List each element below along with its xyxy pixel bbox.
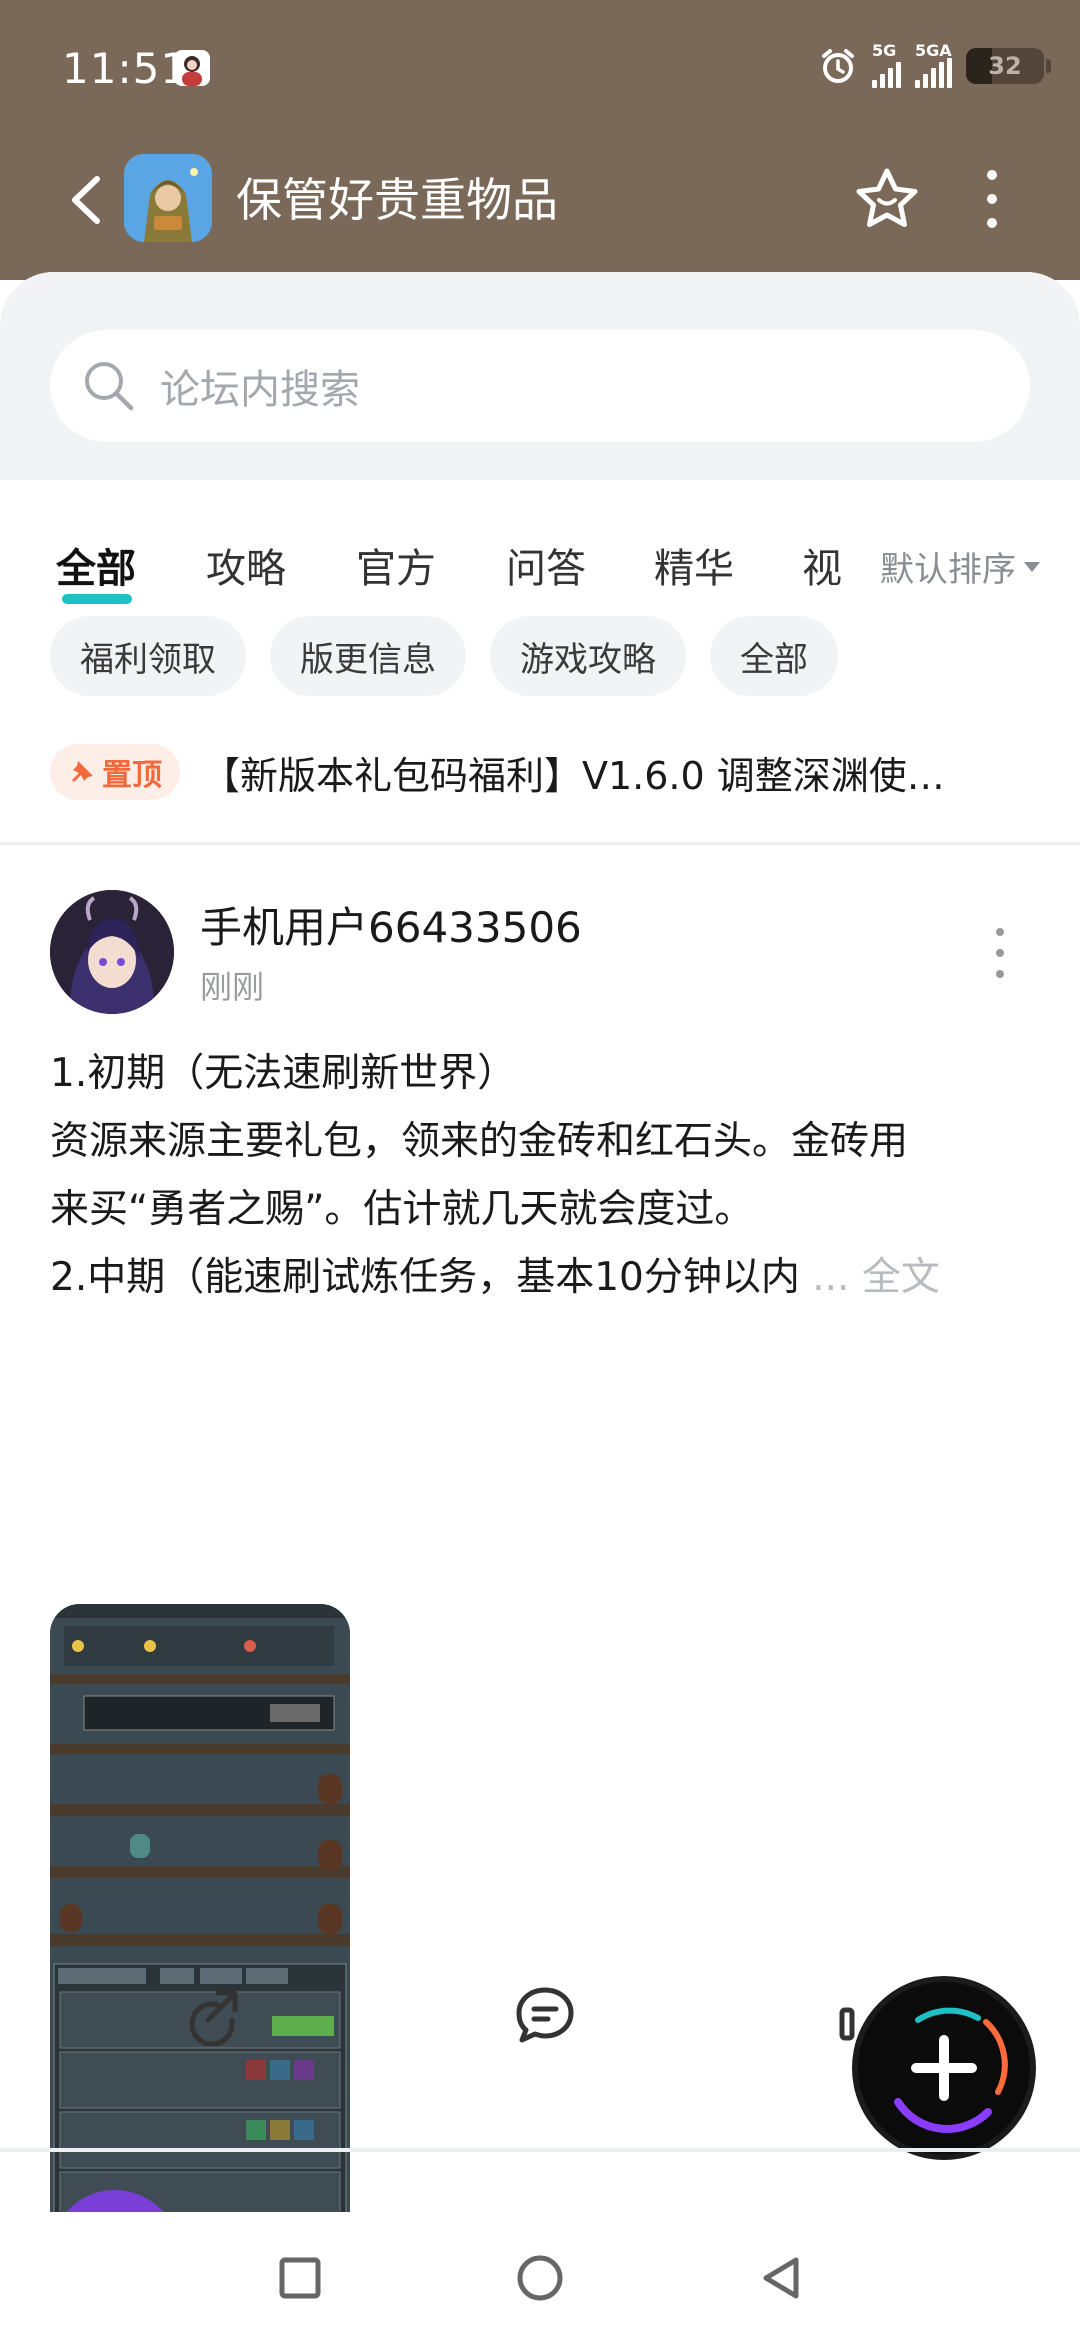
sort-dropdown[interactable]: 默认排序 — [856, 542, 1040, 591]
battery-icon: 32 — [966, 48, 1051, 84]
share-icon — [189, 1990, 238, 2046]
tab-official[interactable]: 官方 — [356, 536, 436, 594]
pinned-post[interactable]: 置顶 【新版本礼包码福利】V1.6.0 调整深渊使… — [50, 742, 1030, 802]
game-icon — [124, 154, 212, 242]
post-content[interactable]: 1.初期（无法速刷新世界） 资源来源主要礼包，领来的金砖和红石头。金砖用 来买“… — [50, 1040, 1030, 1312]
pinned-badge: 置顶 — [50, 744, 180, 800]
divider — [0, 2148, 1080, 2152]
status-bar: 11:51 5G 5GA 32 — [0, 0, 1080, 140]
tab-qa[interactable]: 问答 — [506, 536, 586, 594]
post-username[interactable]: 手机用户66433506 — [200, 894, 582, 955]
read-more-link[interactable]: 全文 — [862, 1255, 940, 1300]
notification-avatar-icon — [174, 50, 210, 86]
follow-button[interactable] — [850, 162, 924, 236]
tab-video[interactable]: 视 — [802, 536, 842, 594]
back-nav-button[interactable] — [750, 2248, 810, 2308]
status-time: 11:51 — [62, 44, 189, 93]
category-tabs: 全部 攻略 官方 问答 精华 视 默认排序 — [0, 498, 1080, 618]
search-section: 论坛内搜索 — [0, 272, 1080, 480]
chip-game-guides[interactable]: 游戏攻略 — [490, 616, 686, 696]
more-options-button[interactable] — [972, 162, 1012, 236]
chip-welfare[interactable]: 福利领取 — [50, 616, 246, 696]
plus-icon — [894, 2007, 1008, 2133]
post-card[interactable]: 手机用户66433506 刚刚 1.初期（无法速刷新世界） 资源来源主要礼包，领… — [0, 846, 1080, 2256]
system-nav-bar — [0, 2212, 1080, 2345]
ellipsis: ... — [812, 1255, 850, 1300]
back-button[interactable] — [56, 170, 116, 230]
divider — [0, 842, 1080, 845]
back-arrow-icon — [72, 176, 100, 224]
post-line: 资源来源主要礼包，领来的金砖和红石头。金砖用 — [50, 1119, 909, 1164]
tab-featured[interactable]: 精华 — [654, 536, 734, 594]
post-line: 1.初期（无法速刷新世界） — [50, 1051, 517, 1096]
alarm-icon — [822, 49, 854, 83]
chip-all[interactable]: 全部 — [710, 616, 838, 696]
signal-icon — [872, 58, 901, 88]
network-label-2: 5GA — [915, 41, 952, 60]
post-image[interactable] — [50, 1604, 350, 2256]
post-more-button[interactable] — [990, 928, 1010, 978]
network-label: 5G — [872, 41, 897, 60]
post-line-last: 2.中期（能速刷试炼任务，基本10分钟以内 ... 全文 — [50, 1255, 940, 1300]
comment-icon — [516, 1987, 574, 2043]
pinned-title: 【新版本礼包码福利】V1.6.0 调整深渊使… — [202, 753, 945, 798]
forum-title: 保管好贵重物品 — [236, 173, 558, 227]
tab-indicator — [62, 594, 132, 604]
filter-chips: 福利领取 版更信息 游戏攻略 全部 — [50, 616, 838, 696]
tab-all[interactable]: 全部 — [56, 536, 136, 594]
star-icon — [856, 168, 918, 227]
home-button[interactable] — [510, 2248, 570, 2308]
create-post-button[interactable] — [858, 1982, 1030, 2154]
post-line: 来买“勇者之赐”。估计就几天就会度过。 — [50, 1187, 754, 1232]
signal-icon-2 — [915, 58, 952, 88]
chip-update-info[interactable]: 版更信息 — [270, 616, 466, 696]
comment-button[interactable] — [510, 1980, 580, 2050]
share-button[interactable] — [178, 1980, 248, 2050]
pin-icon — [72, 761, 93, 782]
chevron-down-icon — [1024, 561, 1040, 572]
tab-guides[interactable]: 攻略 — [206, 536, 286, 594]
avatar[interactable] — [50, 890, 174, 1014]
sort-label: 默认排序 — [880, 550, 1016, 590]
search-input[interactable]: 论坛内搜索 — [50, 330, 1030, 442]
circle-icon — [517, 2255, 563, 2301]
square-icon — [279, 2257, 321, 2299]
search-icon — [85, 362, 134, 411]
recent-apps-button[interactable] — [270, 2248, 330, 2308]
triangle-back-icon — [763, 2257, 799, 2299]
search-placeholder: 论坛内搜索 — [160, 367, 360, 413]
post-time: 刚刚 — [200, 968, 265, 1006]
app-header: 保管好贵重物品 — [0, 140, 1080, 280]
